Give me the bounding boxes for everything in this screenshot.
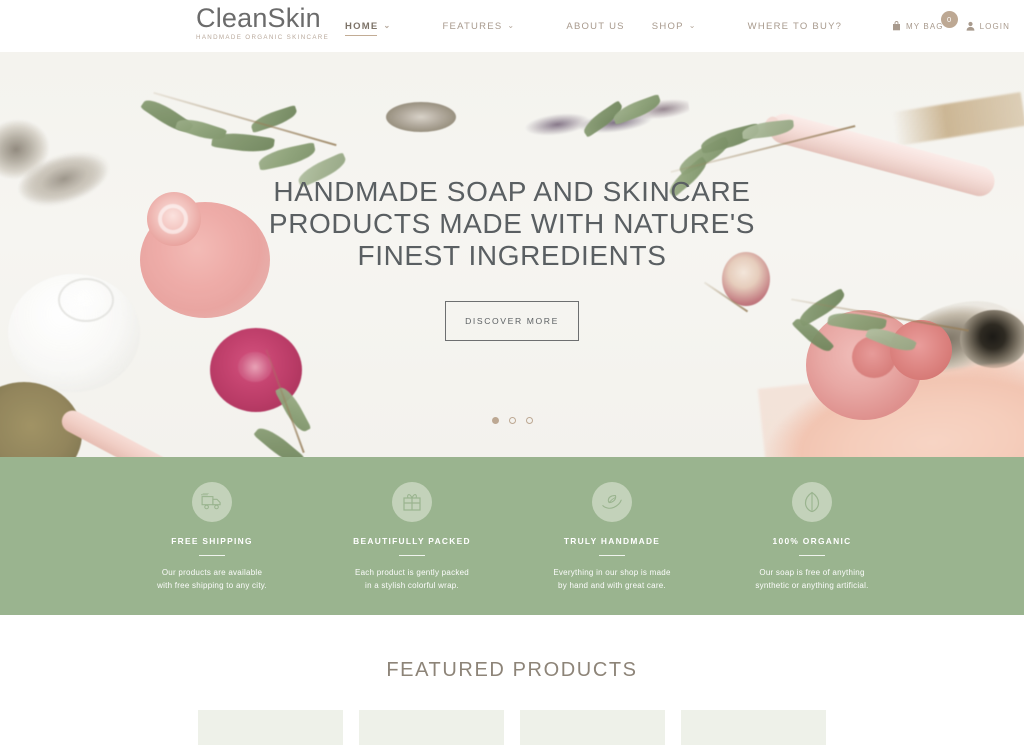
leaf-icon (804, 491, 820, 513)
feature-desc-line-2: with free shipping to any city. (157, 581, 267, 590)
nav-item-about-us[interactable]: ABOUT US (566, 0, 624, 52)
feature-free-shipping: FREE SHIPPING Our products are available… (132, 482, 292, 592)
feature-title: 100% ORGANIC (772, 536, 852, 546)
feature-title: FREE SHIPPING (171, 536, 253, 546)
login-button[interactable]: LOGIN (966, 21, 1010, 31)
nav-item-shop[interactable]: SHOP ⌄ (652, 0, 721, 52)
feature-description: Each product is gently packed in a styli… (332, 566, 492, 592)
nav-label-about-us: ABOUT US (566, 20, 625, 32)
product-card[interactable] (520, 710, 665, 745)
discover-more-label: DISCOVER MORE (465, 316, 559, 326)
user-icon (966, 21, 974, 31)
hero-slider: HANDMADE SOAP AND SKINCARE PRODUCTS MADE… (0, 52, 1024, 457)
featured-products-section: FEATURED PRODUCTS (0, 615, 1024, 745)
my-bag-label: MY BAG (906, 21, 944, 31)
logo-wordmark: CleanSkin (196, 4, 336, 32)
main-navigation: HOME ⌄ FEATURES ⌄ ABOUT US SHOP ⌄ WHERE … (345, 0, 842, 52)
site-logo[interactable]: CleanSkin HANDMADE ORGANIC SKINCARE (196, 4, 336, 41)
feature-truly-handmade: TRULY HANDMADE Everything in our shop is… (532, 482, 692, 592)
nav-item-where-to-buy[interactable]: WHERE TO BUY? (748, 0, 843, 52)
feature-desc-line-1: Everything in our shop is made (553, 568, 671, 577)
cart-count-badge: 0 (940, 11, 958, 28)
shopping-bag-icon (893, 21, 901, 31)
nav-item-home[interactable]: HOME ⌄ (345, 0, 415, 52)
nav-label-home: HOME (345, 20, 379, 32)
nav-item-features[interactable]: FEATURES ⌄ (442, 0, 539, 52)
feature-divider (399, 555, 425, 556)
logo-text-clean: Clean (196, 3, 268, 33)
hero-headline-line-2: PRODUCTS MADE WITH NATURE'S (268, 208, 756, 239)
hero-headline-line-3: FINEST INGREDIENTS (357, 240, 667, 271)
feature-desc-line-2: in a stylish colorful wrap. (365, 581, 459, 590)
featured-products-title: FEATURED PRODUCTS (386, 659, 638, 681)
delivery-truck-icon (201, 493, 221, 510)
feature-icon-circle (592, 482, 632, 522)
hero-content: HANDMADE SOAP AND SKINCARE PRODUCTS MADE… (0, 52, 1024, 457)
hand-leaf-icon (602, 495, 622, 509)
chevron-down-icon: ⌄ (383, 20, 392, 30)
page-root: CleanSkin HANDMADE ORGANIC SKINCARE HOME… (0, 0, 1024, 745)
logo-tagline: HANDMADE ORGANIC SKINCARE (196, 34, 330, 41)
feature-description: Everything in our shop is made by hand a… (532, 566, 692, 592)
nav-label-shop: SHOP (651, 20, 684, 32)
feature-description: Our products are available with free shi… (132, 566, 292, 592)
chevron-down-icon: ⌄ (688, 20, 697, 30)
product-grid (0, 710, 1024, 745)
feature-divider (199, 555, 225, 556)
gift-box-icon (403, 494, 421, 511)
product-card[interactable] (359, 710, 504, 745)
feature-beautifully-packed: BEAUTIFULLY PACKED Each product is gentl… (332, 482, 492, 592)
feature-icon-circle (792, 482, 832, 522)
feature-organic: 100% ORGANIC Our soap is free of anythin… (732, 482, 892, 592)
logo-text-skin: Skin (267, 3, 321, 33)
feature-icon-circle (192, 482, 232, 522)
feature-desc-line-1: Each product is gently packed (355, 568, 469, 577)
features-band: FREE SHIPPING Our products are available… (0, 457, 1024, 615)
chevron-down-icon: ⌄ (507, 20, 516, 30)
feature-desc-line-2: by hand and with great care. (558, 581, 666, 590)
hero-headline: HANDMADE SOAP AND SKINCARE PRODUCTS MADE… (269, 176, 755, 272)
product-card[interactable] (681, 710, 826, 745)
feature-icon-circle (392, 482, 432, 522)
my-bag-button[interactable]: MY BAG 0 (892, 11, 958, 31)
feature-desc-line-1: Our soap is free of anything (759, 568, 865, 577)
header-utilities: MY BAG 0 LOGIN (870, 0, 1010, 52)
site-header: CleanSkin HANDMADE ORGANIC SKINCARE HOME… (0, 0, 1024, 52)
product-card[interactable] (198, 710, 343, 745)
nav-label-where-to-buy: WHERE TO BUY? (747, 20, 843, 32)
feature-desc-line-1: Our products are available (161, 568, 263, 577)
feature-description: Our soap is free of anything synthetic o… (732, 566, 892, 592)
login-label: LOGIN (979, 21, 1010, 31)
feature-divider (599, 555, 625, 556)
hero-headline-line-1: HANDMADE SOAP AND SKINCARE (273, 176, 751, 207)
feature-title: BEAUTIFULLY PACKED (353, 536, 471, 546)
feature-divider (799, 555, 825, 556)
feature-desc-line-2: synthetic or anything artificial. (755, 581, 869, 590)
feature-title: TRULY HANDMADE (563, 536, 661, 546)
discover-more-button[interactable]: DISCOVER MORE (445, 301, 579, 341)
nav-label-features: FEATURES (442, 20, 503, 32)
